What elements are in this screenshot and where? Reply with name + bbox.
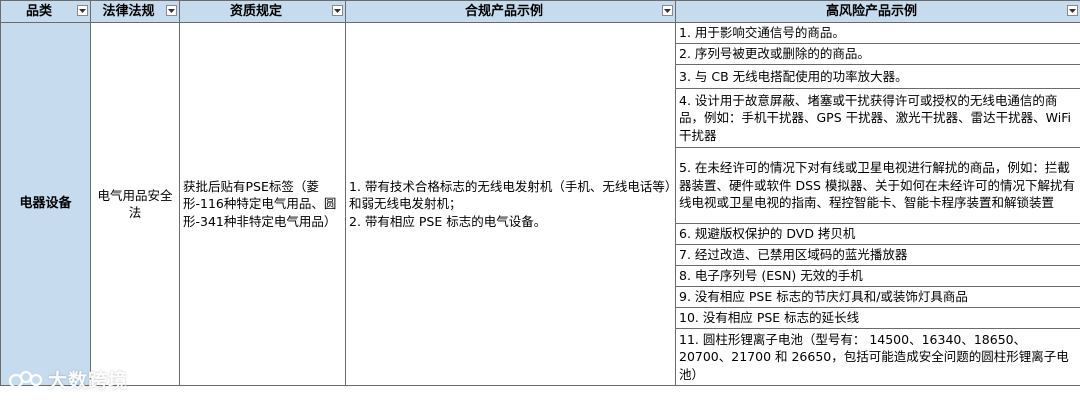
brand-logo-icon	[8, 370, 43, 388]
table-row: 电器设备 电气用品安全法 获批后贴有PSE标签（菱形-116种特定电气用品、圆形…	[0, 22, 1080, 386]
cell-high-risk-7[interactable]: 7. 经过改造、已禁用区域码的蓝光播放器	[675, 244, 1080, 266]
dropdown-arrow-icon	[1069, 8, 1076, 13]
cell-high-risk-3[interactable]: 3. 与 CB 无线电搭配使用的功率放大器。	[675, 64, 1080, 89]
cell-high-risk-5[interactable]: 5. 在未经许可的情况下对有线或卫星电视进行解扰的商品，例如：拦截器装置、硬件或…	[675, 147, 1080, 224]
cell-high-risk-1[interactable]: 1. 用于影响交通信号的商品。	[675, 22, 1080, 44]
cell-high-risk-10[interactable]: 10. 没有相应 PSE 标志的延长线	[675, 307, 1080, 329]
header-qualification: 资质规定	[179, 0, 346, 23]
compliant-item: 1. 带有技术合格标志的无线电发射机（手机、无线电话等）和弱无线电发射机；	[349, 178, 672, 212]
cell-compliant[interactable]: 1. 带有技术合格标志的无线电发射机（手机、无线电话等）和弱无线电发射机； 2.…	[345, 22, 676, 386]
cell-high-risk-11[interactable]: 11. 圆柱形锂离子电池（型号有： 14500、16340、18650、2070…	[675, 328, 1080, 386]
filter-dropdown-category[interactable]	[77, 5, 88, 16]
filter-dropdown-compliant[interactable]	[662, 5, 673, 16]
header-law: 法律法规	[90, 0, 180, 23]
cell-law[interactable]: 电气用品安全法	[90, 22, 180, 386]
cell-high-risk-8[interactable]: 8. 电子序列号 (ESN) 无效的手机	[675, 265, 1080, 287]
cell-high-risk-4[interactable]: 4. 设计用于故意屏蔽、堵塞或干扰获得许可或授权的无线电通信的商品，例如：手机干…	[675, 88, 1080, 148]
cell-high-risk-2[interactable]: 2. 序列号被更改或删除的的商品。	[675, 43, 1080, 65]
cell-high-risk-9[interactable]: 9. 没有相应 PSE 标志的节庆灯具和/或装饰灯具商品	[675, 286, 1080, 308]
product-compliance-table: 品类 法律法规 资质规定 合规产品示例 高风险产品示例 电器设备 电气用品安全法…	[0, 0, 1080, 386]
watermark-text: 大数跨境	[48, 370, 129, 392]
compliant-item: 2. 带有相应 PSE 标志的电气设备。	[349, 213, 547, 229]
header-category: 品类	[0, 0, 91, 23]
filter-dropdown-high-risk[interactable]	[1067, 5, 1078, 16]
header-row: 品类 法律法规 资质规定 合规产品示例 高风险产品示例	[0, 0, 1080, 23]
cell-high-risk-6[interactable]: 6. 规避版权保护的 DVD 拷贝机	[675, 223, 1080, 245]
filter-dropdown-law[interactable]	[166, 5, 177, 16]
filter-dropdown-qualification[interactable]	[332, 5, 343, 16]
dropdown-arrow-icon	[664, 8, 671, 13]
spreadsheet-view: 品类 法律法规 资质规定 合规产品示例 高风险产品示例 电器设备 电气用品安全法…	[0, 0, 1080, 401]
dropdown-arrow-icon	[79, 8, 86, 13]
dropdown-arrow-icon	[334, 8, 341, 13]
dropdown-arrow-icon	[168, 8, 175, 13]
header-high-risk: 高风险产品示例	[675, 0, 1080, 23]
cell-qualification[interactable]: 获批后贴有PSE标签（菱形-116种特定电气用品、圆形-341种非特定电气用品）	[179, 22, 346, 386]
header-compliant: 合规产品示例	[345, 0, 676, 23]
watermark: 大数跨境	[8, 366, 128, 393]
cell-category[interactable]: 电器设备	[0, 22, 91, 386]
